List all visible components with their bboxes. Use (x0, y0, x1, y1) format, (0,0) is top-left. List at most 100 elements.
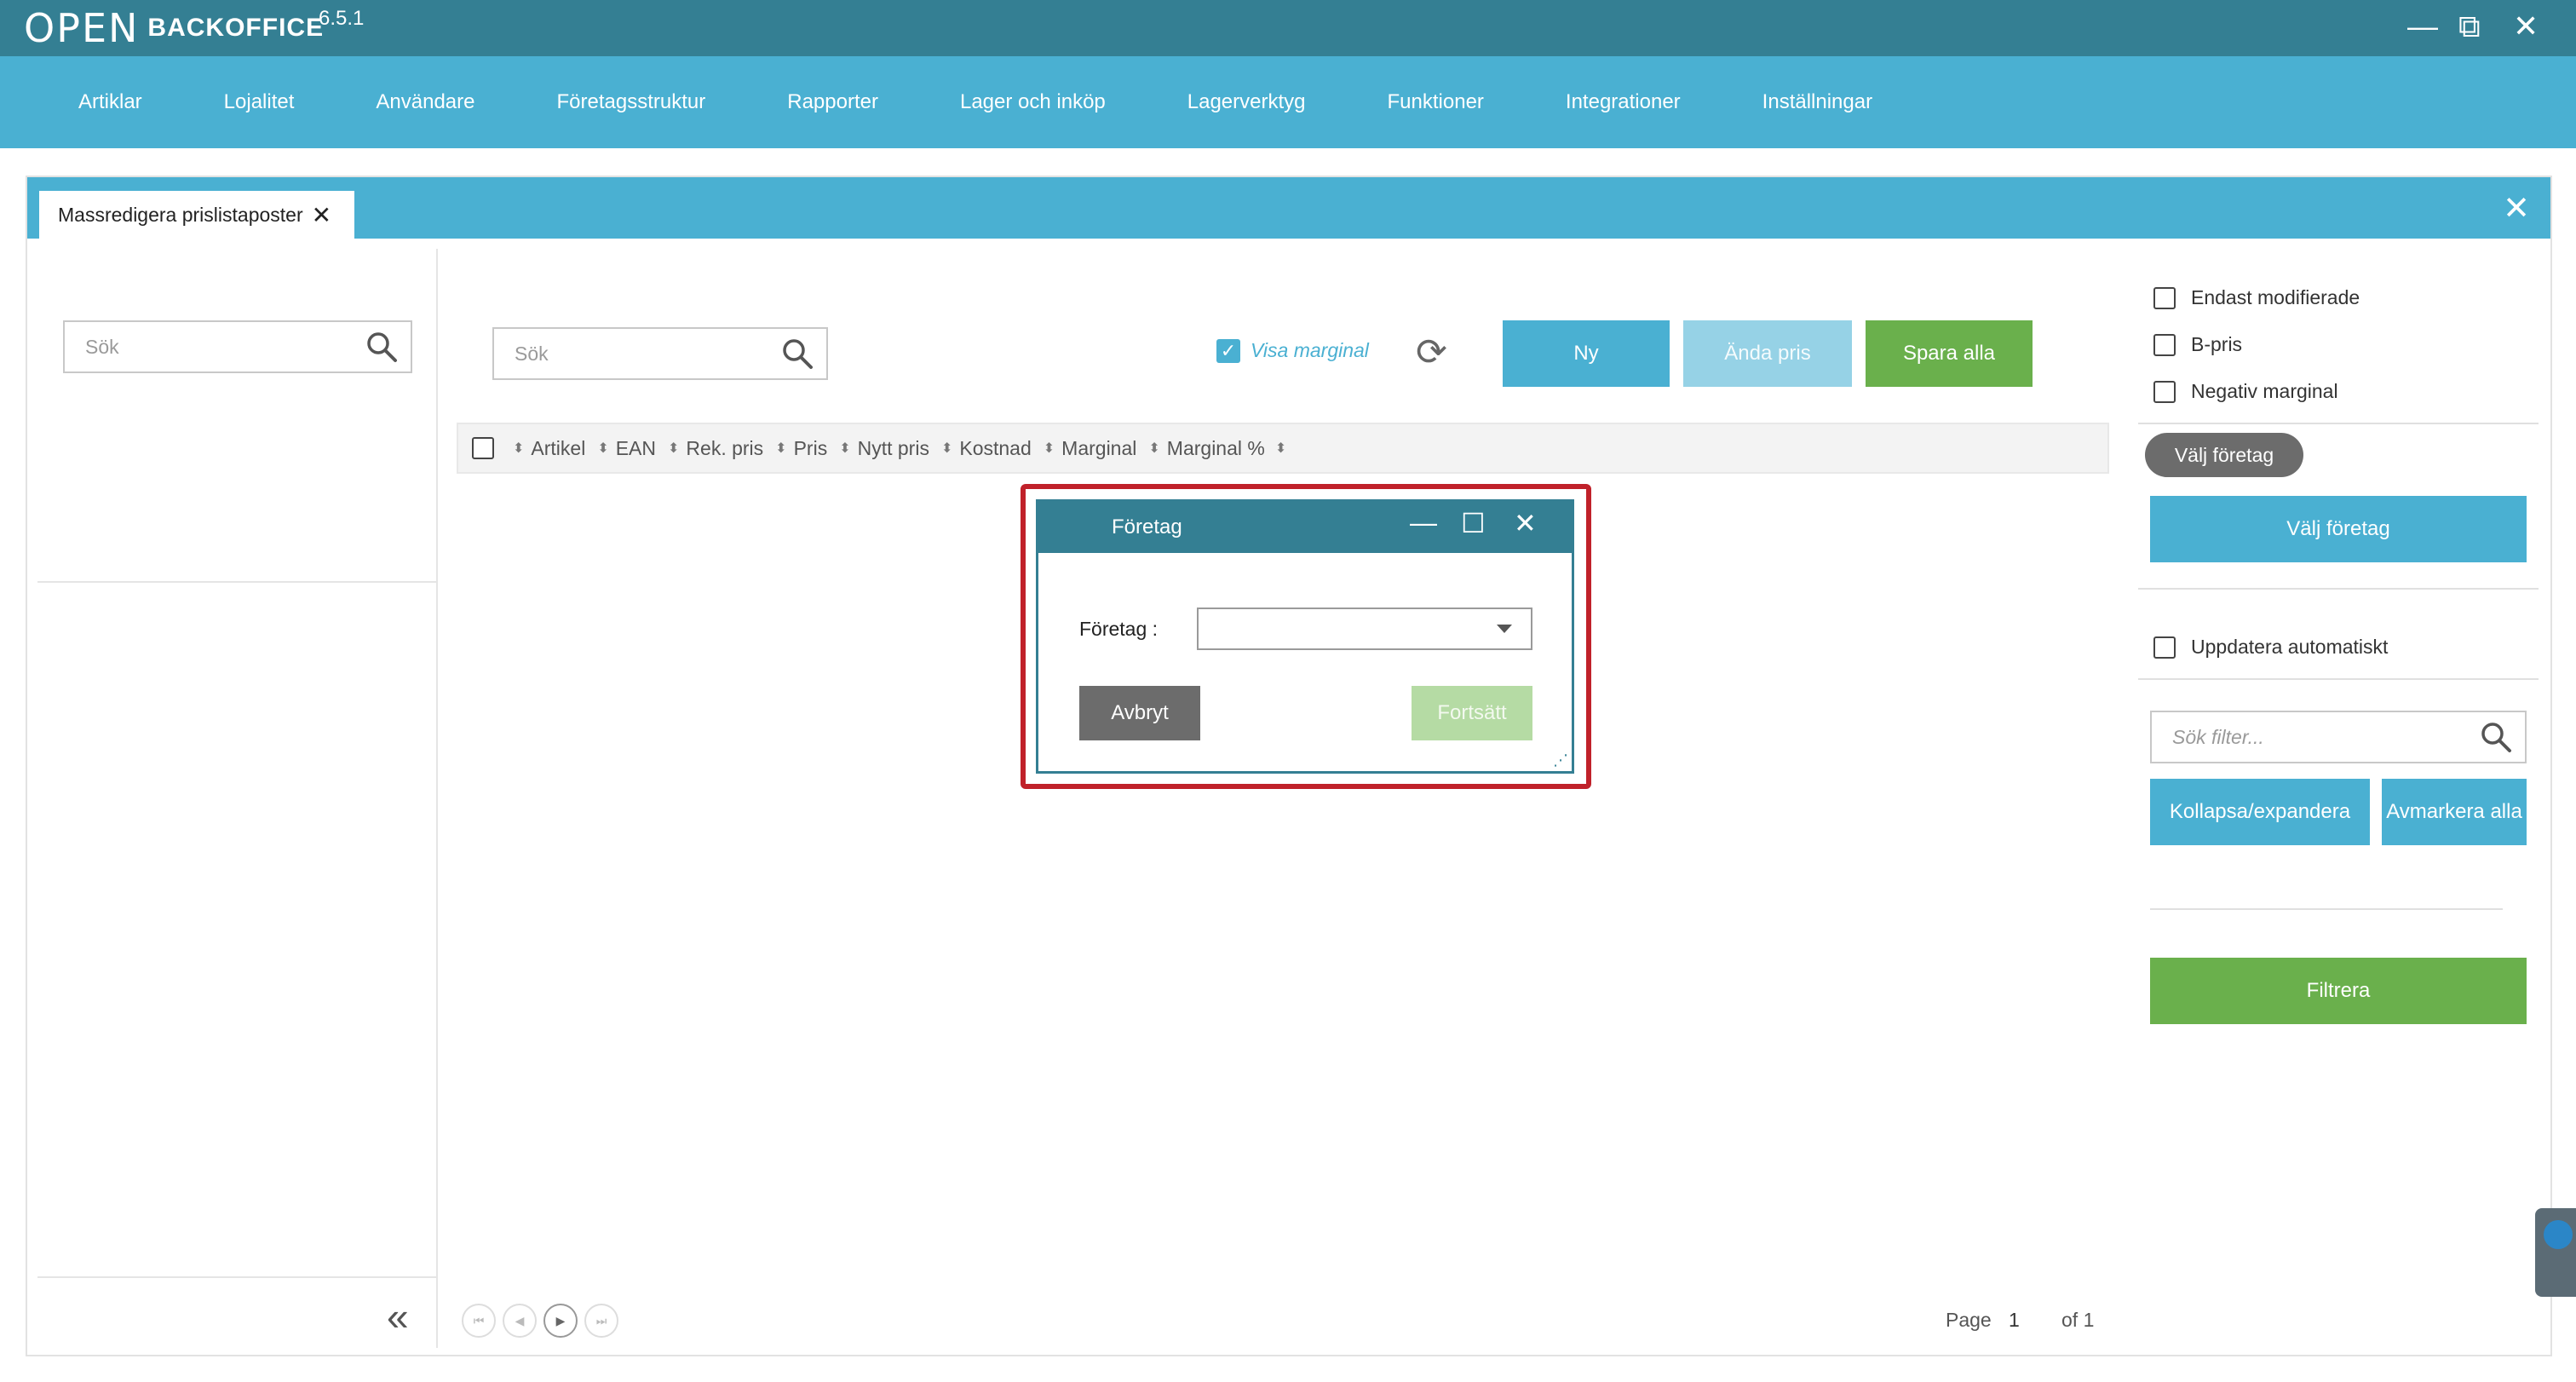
uppdatera-automatiskt-checkbox[interactable] (2153, 636, 2176, 659)
sort-icon: ⬍ (1148, 441, 1160, 456)
filter-search-input[interactable]: Sök filter... (2150, 711, 2527, 763)
pager-page-number[interactable]: 1 (2009, 1309, 2020, 1332)
nav-item-rapporter[interactable]: Rapporter (746, 90, 919, 114)
filtrera-button[interactable]: Filtrera (2150, 958, 2527, 1024)
visa-marginal-label[interactable]: Visa marginal (1251, 339, 1369, 362)
column-header-kostnad[interactable]: ⬍ Kostnad (941, 437, 1032, 460)
pager-of-label: of 1 (2061, 1309, 2095, 1331)
kollapsa-expandera-button[interactable]: Kollapsa/expandera (2150, 779, 2370, 845)
pager-prev-icon[interactable]: ◀ (503, 1304, 537, 1338)
valj-foretag-pill[interactable]: Välj företag (2145, 433, 2303, 477)
dialog-title-bar[interactable]: Företag — ☐ ✕ (1038, 502, 1572, 553)
restore-icon[interactable]: ⧉ (2458, 9, 2481, 45)
dialog-maximize-icon[interactable]: ☐ (1461, 507, 1486, 539)
avbryt-button[interactable]: Avbryt (1079, 686, 1200, 740)
negativ-marginal-label: Negativ marginal (2191, 380, 2338, 402)
nav-item-foretagsstruktur[interactable]: Företagsstruktur (516, 90, 747, 114)
pager-first-icon[interactable]: ⏮ (462, 1304, 496, 1338)
app-version: 6.5.1 (319, 7, 365, 30)
nav-item-integrationer[interactable]: Integrationer (1525, 90, 1722, 114)
right-divider (2150, 908, 2503, 910)
column-header-marginal[interactable]: ⬍ Marginal (1044, 437, 1137, 460)
right-divider (2138, 678, 2539, 680)
resize-grip-icon[interactable]: ⋰ (1553, 751, 1568, 769)
main-nav: Artiklar Lojalitet Användare Företagsstr… (0, 56, 2576, 148)
main-search-input[interactable]: Sök (492, 327, 828, 380)
app-logo: OPEN BACKOFFICE (24, 5, 324, 51)
panel-close-icon[interactable]: ✕ (2503, 189, 2530, 227)
avmarkera-alla-button[interactable]: Avmarkera alla (2382, 779, 2527, 845)
column-header-marginal-procent[interactable]: ⬍ Marginal % ⬍ (1148, 437, 1293, 460)
tab-strip: Massredigera prislistaposter ✕ ✕ (27, 177, 2550, 239)
b-pris-option[interactable]: B-pris (2153, 333, 2242, 356)
sort-icon: ⬍ (513, 441, 525, 456)
tab-massredigera[interactable]: Massredigera prislistaposter ✕ (39, 191, 354, 239)
visa-marginal-checkbox[interactable]: ✓ (1216, 339, 1240, 363)
column-header-rek-pris[interactable]: ⬍ Rek. pris (668, 437, 763, 460)
dialog-title: Företag (1112, 515, 1182, 538)
column-label: Marginal % (1166, 436, 1265, 459)
search-icon[interactable] (780, 337, 814, 371)
nav-item-funktioner[interactable]: Funktioner (1347, 90, 1525, 114)
search-icon[interactable] (2479, 720, 2513, 754)
column-label: EAN (615, 436, 657, 459)
logo-text: BACKOFFICE (147, 14, 325, 42)
tab-close-icon[interactable]: ✕ (312, 201, 331, 229)
column-header-artikel[interactable]: ⬍ Artikel (513, 437, 585, 460)
filter-search-placeholder: Sök filter... (2172, 725, 2264, 748)
nav-item-lager-och-inkop[interactable]: Lager och inköp (919, 90, 1147, 114)
refresh-icon[interactable]: ⟳ (1416, 331, 1447, 374)
column-header-ean[interactable]: ⬍ EAN (597, 437, 656, 460)
andra-pris-button[interactable]: Ända pris (1683, 320, 1852, 387)
dialog-minimize-icon[interactable]: — (1410, 507, 1437, 538)
sort-icon: ⬍ (775, 441, 787, 456)
sort-icon: ⬍ (1043, 441, 1055, 456)
uppdatera-automatiskt-option[interactable]: Uppdatera automatiskt (2153, 636, 2388, 659)
valj-foretag-button[interactable]: Välj företag (2150, 496, 2527, 562)
left-search-placeholder: Sök (85, 335, 119, 358)
pager-next-icon[interactable]: ▶ (543, 1304, 578, 1338)
endast-modifierade-option[interactable]: Endast modifierade (2153, 286, 2360, 309)
negativ-marginal-option[interactable]: Negativ marginal (2153, 380, 2338, 403)
b-pris-checkbox[interactable] (2153, 333, 2176, 356)
column-header-nytt-pris[interactable]: ⬍ Nytt pris (839, 437, 929, 460)
pager-last-icon[interactable]: ⏭ (584, 1304, 618, 1338)
negativ-marginal-checkbox[interactable] (2153, 380, 2176, 403)
column-label: Pris (793, 436, 828, 459)
column-header-pris[interactable]: ⬍ Pris (775, 437, 827, 460)
sort-icon: ⬍ (839, 441, 851, 456)
endast-modifierade-label: Endast modifierade (2191, 286, 2360, 308)
select-all-checkbox[interactable] (472, 437, 494, 459)
ny-button[interactable]: Ny (1503, 320, 1670, 387)
remote-support-icon (2544, 1220, 2573, 1249)
sort-icon: ⬍ (1274, 441, 1287, 456)
endast-modifierade-checkbox[interactable] (2153, 286, 2176, 309)
sort-icon: ⬍ (940, 441, 953, 456)
logo-mark: OPEN (24, 5, 140, 51)
nav-item-lojalitet[interactable]: Lojalitet (183, 90, 336, 114)
column-label: Artikel (531, 436, 586, 459)
table-header: ⬍ Artikel ⬍ EAN ⬍ Rek. pris ⬍ Pris ⬍ Nytt pri… (457, 423, 2109, 474)
fortsatt-button[interactable]: Fortsätt (1412, 686, 1532, 740)
remote-support-tab[interactable] (2535, 1208, 2576, 1297)
nav-item-anvandare[interactable]: Användare (335, 90, 515, 114)
collapse-sidebar-icon[interactable]: « (387, 1293, 409, 1339)
search-icon[interactable] (365, 330, 399, 364)
column-label: Kostnad (959, 436, 1032, 459)
pager-page-label: Page (1946, 1309, 1992, 1331)
nav-item-artiklar[interactable]: Artiklar (0, 90, 183, 114)
dialog-close-icon[interactable]: ✕ (1514, 507, 1537, 539)
spara-alla-button[interactable]: Spara alla (1866, 320, 2033, 387)
tab-label: Massredigera prislistaposter (58, 203, 303, 226)
right-divider (2138, 588, 2539, 590)
left-search-input[interactable]: Sök (63, 320, 412, 373)
nav-item-installningar[interactable]: Inställningar (1722, 90, 1913, 114)
left-sidebar: Sök « (37, 249, 438, 1348)
close-icon[interactable]: ✕ (2513, 9, 2539, 44)
column-label: Marginal (1061, 436, 1137, 459)
foretag-select[interactable] (1197, 608, 1532, 650)
column-label: Rek. pris (686, 436, 764, 459)
nav-item-lagerverktyg[interactable]: Lagerverktyg (1147, 90, 1347, 114)
uppdatera-automatiskt-label: Uppdatera automatiskt (2191, 636, 2389, 658)
minimize-icon[interactable]: — (2407, 9, 2438, 44)
